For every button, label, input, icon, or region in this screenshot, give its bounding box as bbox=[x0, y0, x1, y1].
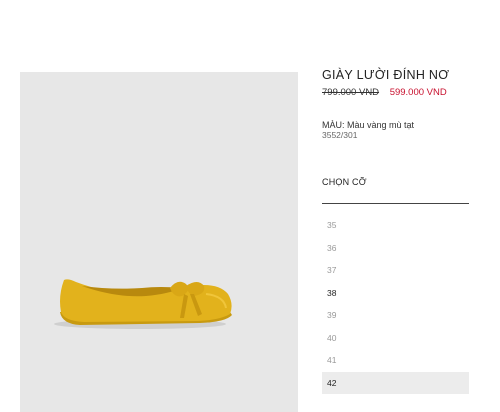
size-option-40[interactable]: 40 bbox=[322, 327, 469, 350]
color-label: MÀU: Màu vàng mù tạt bbox=[322, 120, 415, 130]
reference-code: 3552/301 bbox=[322, 130, 358, 140]
size-option-41[interactable]: 41 bbox=[322, 349, 469, 372]
price-row: 799.000 VND 599.000 VND bbox=[322, 87, 447, 98]
size-option-38[interactable]: 38 bbox=[322, 282, 469, 305]
old-price: 799.000 VND bbox=[322, 87, 380, 98]
size-list: 35 36 37 38 39 40 41 42 bbox=[322, 214, 469, 394]
size-divider bbox=[322, 203, 469, 204]
size-option-36[interactable]: 36 bbox=[322, 237, 469, 260]
shoe-body bbox=[60, 279, 232, 322]
size-option-42[interactable]: 42 bbox=[322, 371, 469, 394]
size-option-39[interactable]: 39 bbox=[322, 304, 469, 327]
product-image[interactable] bbox=[20, 72, 298, 412]
size-option-37[interactable]: 37 bbox=[322, 259, 469, 282]
shoe-illustration bbox=[54, 279, 232, 329]
size-heading: CHỌN CỠ bbox=[322, 177, 367, 187]
sale-price: 599.000 VND bbox=[389, 87, 447, 98]
size-option-35[interactable]: 35 bbox=[322, 214, 469, 237]
product-title: GIÀY LƯỜI ĐÍNH NƠ bbox=[322, 68, 450, 82]
